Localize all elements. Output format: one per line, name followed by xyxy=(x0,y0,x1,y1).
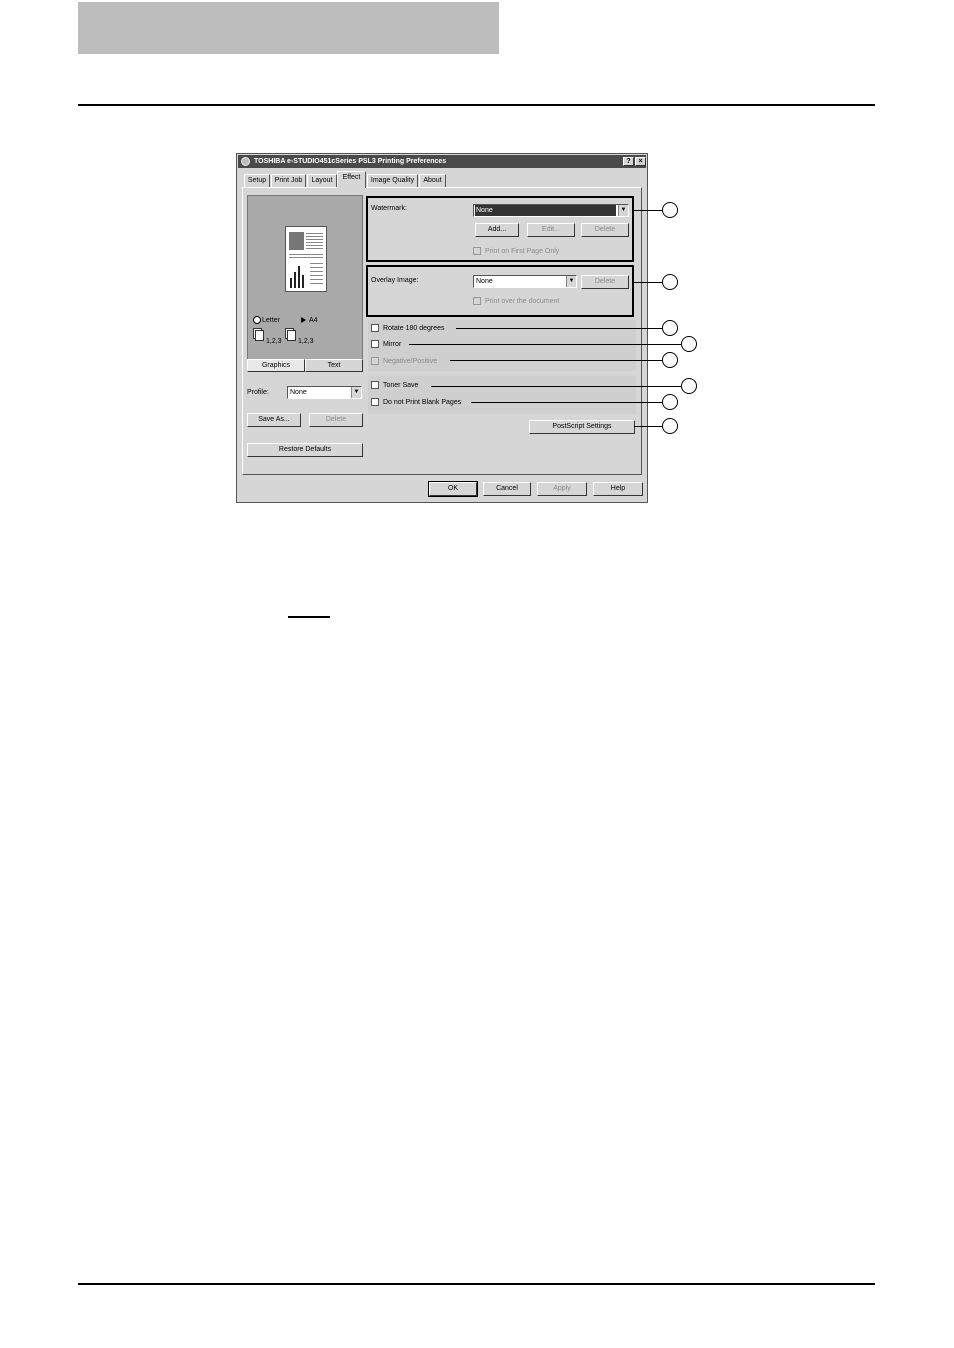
chevron-down-icon: ▼ xyxy=(618,205,628,216)
watermark-select[interactable]: None ▼ xyxy=(473,204,629,217)
callout-line-4 xyxy=(409,344,681,345)
callout-circle-5 xyxy=(662,352,678,368)
print-over-document-checkbox[interactable] xyxy=(473,297,481,305)
negative-positive-checkbox[interactable] xyxy=(371,357,379,365)
help-button[interactable]: Help xyxy=(593,482,643,496)
callout-circle-1 xyxy=(662,202,678,218)
callout-circle-6 xyxy=(681,378,697,394)
apply-button[interactable]: Apply xyxy=(537,482,587,496)
first-page-only-label: Print on First Page Only xyxy=(485,248,560,255)
paper-from-label: Letter xyxy=(262,317,280,324)
callout-circle-7 xyxy=(662,394,678,410)
help-title-button[interactable]: ? xyxy=(623,157,634,166)
tab-setup[interactable]: Setup xyxy=(244,174,270,187)
page-preview-thumbnail xyxy=(285,226,327,292)
watermark-delete-button[interactable]: Delete xyxy=(581,223,629,237)
rotate-180-checkbox[interactable] xyxy=(371,324,379,332)
callout-circle-8 xyxy=(662,418,678,434)
overlay-image-label: Overlay Image: xyxy=(371,277,419,284)
overlay-image-select[interactable]: None ▼ xyxy=(473,275,577,288)
save-as-button[interactable]: Save As... xyxy=(247,413,301,427)
postscript-settings-button[interactable]: PostScript Settings xyxy=(529,420,635,434)
dialog-titlebar: TOSHIBA e-STUDIO451cSeries PSL3 Printing… xyxy=(238,155,646,168)
arrow-right-icon xyxy=(301,317,306,323)
chevron-down-icon: ▼ xyxy=(566,276,576,287)
close-title-button[interactable]: × xyxy=(635,157,646,166)
tab-image-quality[interactable]: Image Quality xyxy=(367,174,418,187)
do-not-print-blank-label: Do not Print Blank Pages xyxy=(383,399,462,406)
callout-line-2 xyxy=(632,282,662,283)
delete-profile-button[interactable]: Delete xyxy=(309,413,363,427)
overlay-image-group xyxy=(366,265,634,317)
reference-underline xyxy=(288,616,330,618)
restore-defaults-button[interactable]: Restore Defaults xyxy=(247,443,363,457)
chevron-down-icon: ▼ xyxy=(351,387,361,398)
profile-label: Profile: xyxy=(247,389,269,396)
top-rule xyxy=(78,104,875,106)
callout-line-7 xyxy=(471,402,662,403)
negative-positive-label: Negative/Positive xyxy=(383,358,438,365)
toner-save-label: Toner Save xyxy=(383,382,419,389)
print-over-document-label: Print over the document xyxy=(485,298,560,305)
text-toggle[interactable]: Text xyxy=(305,359,363,372)
first-page-only-checkbox[interactable] xyxy=(473,247,481,255)
callout-line-8 xyxy=(634,426,662,427)
cancel-button[interactable]: Cancel xyxy=(483,482,531,496)
copies-a-label: 1,2,3 xyxy=(266,338,282,345)
callout-circle-3 xyxy=(662,320,678,336)
overlay-delete-button[interactable]: Delete xyxy=(581,275,629,289)
tab-print-job[interactable]: Print Job xyxy=(271,174,306,187)
tab-effect[interactable]: Effect xyxy=(337,171,366,188)
callout-circle-4 xyxy=(681,336,697,352)
rotate-180-label: Rotate 180 degrees xyxy=(383,325,445,332)
graphics-toggle[interactable]: Graphics xyxy=(247,359,305,372)
bottom-rule xyxy=(78,1283,875,1285)
paper-size-icon xyxy=(253,316,261,324)
callout-line-6 xyxy=(431,386,681,387)
tab-about[interactable]: About xyxy=(419,174,446,187)
do-not-print-blank-checkbox[interactable] xyxy=(371,398,379,406)
callout-line-1 xyxy=(632,210,662,211)
callout-line-3 xyxy=(456,328,662,329)
copies-page-icon-2-back xyxy=(287,330,296,341)
copies-b-label: 1,2,3 xyxy=(298,338,314,345)
callout-circle-2 xyxy=(662,274,678,290)
paper-to-label: A4 xyxy=(309,317,318,324)
printer-icon xyxy=(241,157,250,166)
watermark-edit-button[interactable]: Edit... xyxy=(527,223,575,237)
tab-layout[interactable]: Layout xyxy=(307,174,337,187)
watermark-add-button[interactable]: Add... xyxy=(475,223,519,237)
callout-line-5 xyxy=(450,360,662,361)
watermark-label: Watermark: xyxy=(371,205,407,212)
page-header-bar xyxy=(78,2,499,54)
profile-select[interactable]: None ▼ xyxy=(287,386,362,399)
mirror-label: Mirror xyxy=(383,341,402,348)
dialog-title: TOSHIBA e-STUDIO451cSeries PSL3 Printing… xyxy=(254,158,447,165)
toner-save-checkbox[interactable] xyxy=(371,381,379,389)
ok-button[interactable]: OK xyxy=(428,481,478,497)
copies-page-icon-back xyxy=(255,330,264,341)
mirror-checkbox[interactable] xyxy=(371,340,379,348)
